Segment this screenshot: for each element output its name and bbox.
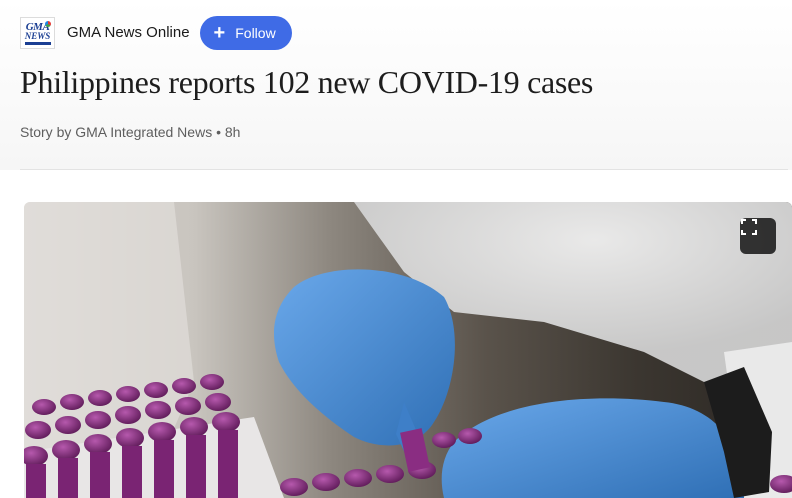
article-headline: Philippines reports 102 new COVID-19 cas…: [20, 64, 594, 100]
source-row: GMA NEWS GMA News Online + Follow: [20, 16, 292, 50]
plus-icon: +: [213, 22, 226, 44]
photo-illustration: [24, 202, 792, 498]
expand-icon: [741, 219, 757, 235]
article-photo[interactable]: [24, 202, 792, 498]
follow-button[interactable]: + Follow: [199, 16, 292, 50]
divider: [20, 169, 788, 170]
gma-news-logo[interactable]: GMA NEWS: [20, 17, 55, 49]
logo-bar: [24, 41, 51, 45]
source-name[interactable]: GMA News Online: [67, 16, 190, 50]
article-byline: Story by GMA Integrated News • 8h: [20, 124, 241, 140]
logo-dot-icon: [45, 21, 51, 27]
follow-label: Follow: [235, 25, 276, 41]
expand-image-button[interactable]: [740, 218, 776, 254]
logo-text-bottom: NEWS: [24, 30, 51, 41]
